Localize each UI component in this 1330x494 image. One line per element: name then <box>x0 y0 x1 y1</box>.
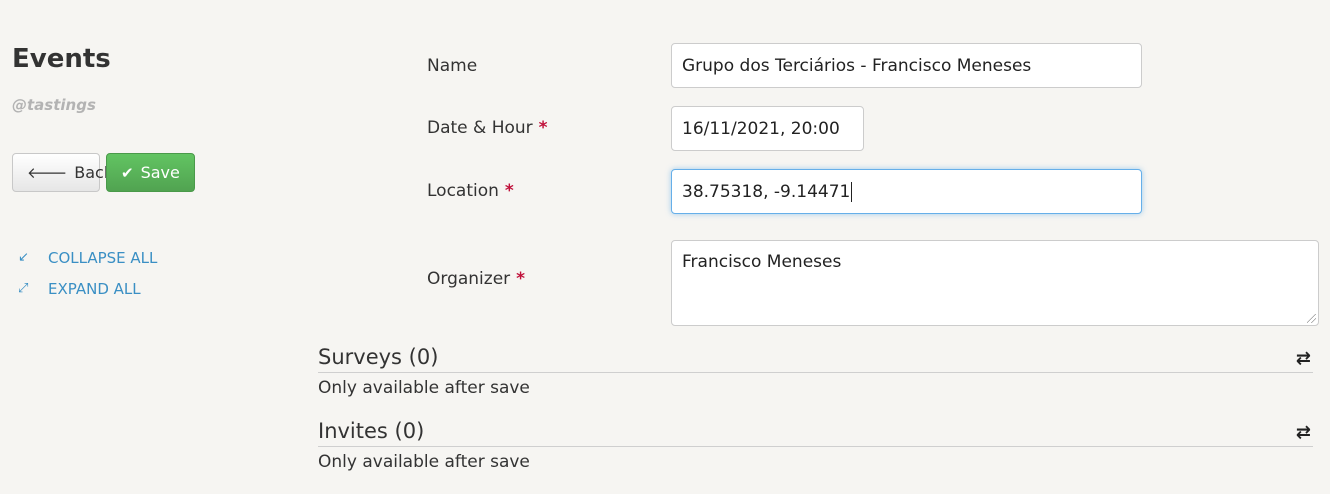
surveys-section-header: Surveys (0) ⇄ <box>318 345 1313 373</box>
expand-all-label: EXPAND ALL <box>48 279 141 298</box>
surveys-section-title: Surveys (0) <box>318 345 439 369</box>
location-input[interactable]: 38.75318, -9.14471 <box>671 169 1142 214</box>
surveys-section-note: Only available after save <box>318 378 530 398</box>
refresh-icon[interactable]: ⇄ <box>1296 348 1311 369</box>
expand-icon: ⤢ <box>18 281 29 296</box>
name-label-text: Name <box>427 56 478 76</box>
name-input[interactable]: Grupo dos Terciários - Francisco Meneses <box>671 43 1142 88</box>
resize-handle[interactable] <box>1307 314 1316 323</box>
organizer-textarea[interactable]: Francisco Meneses <box>671 240 1319 326</box>
page: Events @tastings 🡐 Back ✔ Save ↙︎ COLLAP… <box>0 0 1330 494</box>
name-label: Name <box>427 56 477 76</box>
organizer-label: Organizer * <box>427 269 525 289</box>
collapse-all-link[interactable]: ↙︎ COLLAPSE ALL <box>18 242 157 273</box>
required-marker: * <box>504 181 514 201</box>
arrow-left-icon: 🡐 <box>27 164 68 182</box>
organizer-label-text: Organizer <box>427 269 511 289</box>
invites-section: Invites (0) ⇄ Only available after save <box>318 419 1313 472</box>
date-hour-label: Date & Hour * <box>427 118 548 138</box>
organizer-textarea-value: Francisco Meneses <box>682 252 842 272</box>
date-hour-input-value: 16/11/2021, 20:00 <box>682 118 840 139</box>
required-marker: * <box>538 118 548 138</box>
action-buttons: 🡐 Back ✔ Save <box>12 153 195 192</box>
required-marker: * <box>516 269 526 289</box>
surveys-section: Surveys (0) ⇄ Only available after save <box>318 345 1313 398</box>
location-input-value: 38.75318, -9.14471 <box>682 181 851 202</box>
back-button[interactable]: 🡐 Back <box>12 153 113 192</box>
page-subtitle: @tastings <box>12 96 96 114</box>
name-input-value: Grupo dos Terciários - Francisco Meneses <box>682 55 1032 76</box>
check-icon: ✔ <box>121 163 134 182</box>
tree-links: ↙︎ COLLAPSE ALL ⤢ EXPAND ALL <box>18 242 157 304</box>
save-button-label: Save <box>140 163 180 182</box>
expand-all-link[interactable]: ⤢ EXPAND ALL <box>18 273 157 304</box>
invites-section-title: Invites (0) <box>318 419 425 443</box>
refresh-icon[interactable]: ⇄ <box>1296 422 1311 443</box>
collapse-all-label: COLLAPSE ALL <box>48 248 158 267</box>
invites-section-header: Invites (0) ⇄ <box>318 419 1313 447</box>
date-hour-input[interactable]: 16/11/2021, 20:00 <box>671 106 864 151</box>
date-hour-label-text: Date & Hour <box>427 118 533 138</box>
save-button[interactable]: ✔ Save <box>106 153 195 192</box>
compress-icon: ↙︎ <box>18 250 29 265</box>
page-title: Events <box>12 44 111 74</box>
location-label-text: Location <box>427 181 499 201</box>
invites-section-note: Only available after save <box>318 452 530 472</box>
text-caret <box>851 181 853 202</box>
location-label: Location * <box>427 181 514 201</box>
